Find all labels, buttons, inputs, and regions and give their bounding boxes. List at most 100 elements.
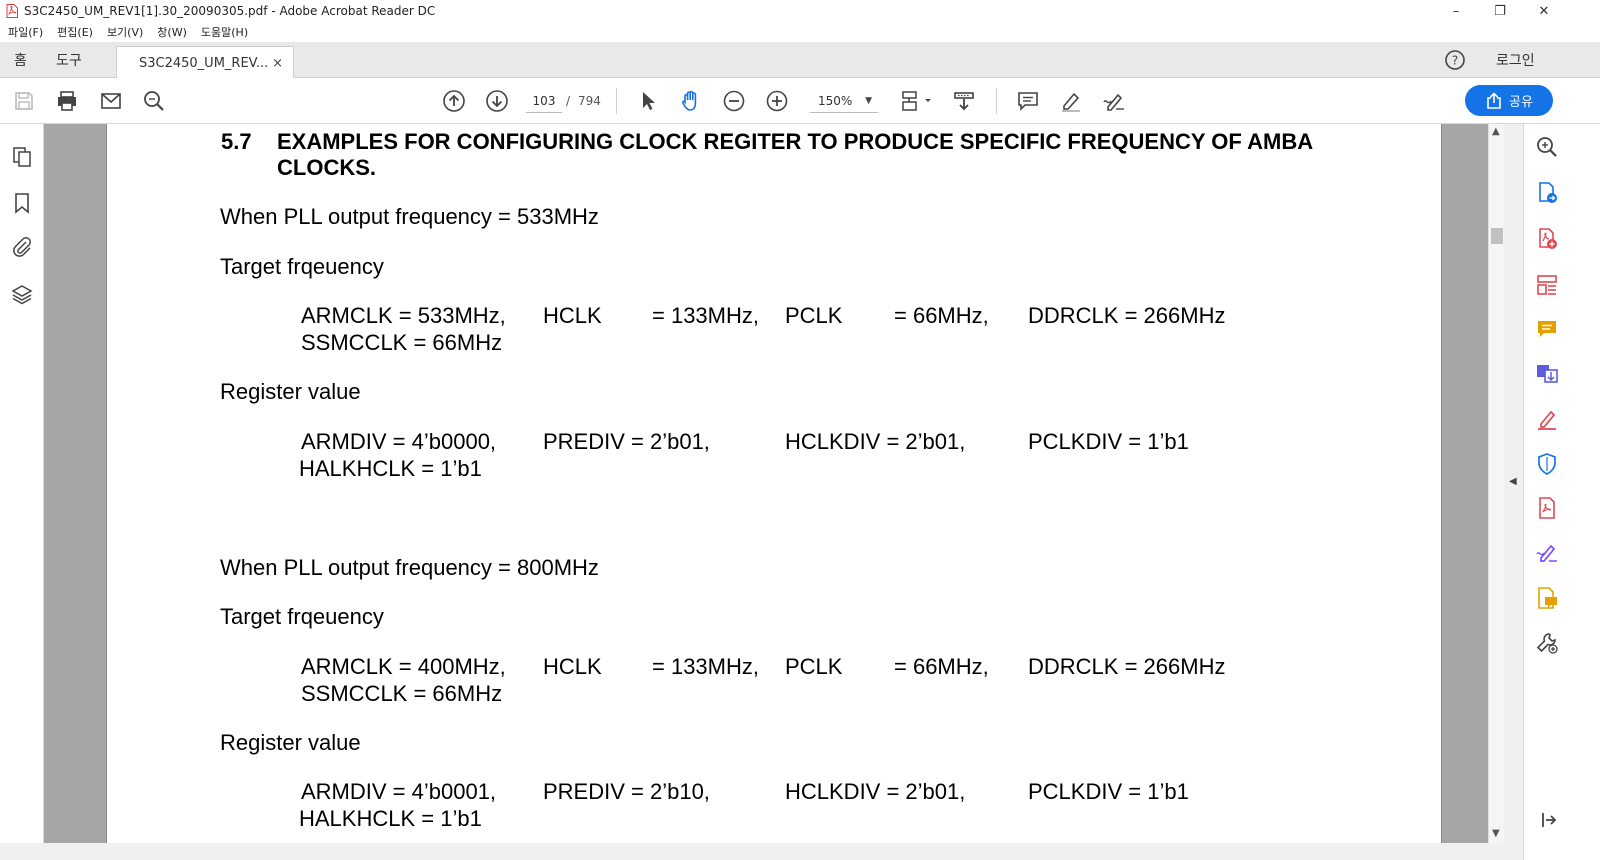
login-button[interactable]: 로그인 <box>1496 42 1535 78</box>
pll-frequency-line: When PLL output frequency = 800MHz <box>220 555 599 580</box>
read-mode-icon[interactable] <box>950 87 978 115</box>
combine-files-icon[interactable] <box>1534 361 1560 387</box>
menu-window[interactable]: 창(W) <box>157 24 187 40</box>
target-frequency-label: Target frqeuency <box>220 604 384 629</box>
zoom-in-icon[interactable] <box>763 87 791 115</box>
send-for-comments-icon[interactable] <box>1534 585 1560 611</box>
left-nav-panel <box>0 124 44 860</box>
hclk-value: = 133MHz, <box>652 303 759 328</box>
page-layout-icon[interactable] <box>896 87 936 115</box>
print-icon[interactable] <box>53 87 81 115</box>
page-number-input[interactable]: 103 <box>526 89 562 113</box>
more-tools-icon[interactable] <box>1534 630 1560 656</box>
zoom-level-select[interactable]: 150% ▼ <box>810 89 878 113</box>
highlight-pen-icon[interactable] <box>1057 87 1085 115</box>
select-cursor-icon[interactable] <box>634 87 662 115</box>
register-value-label: Register value <box>220 730 361 755</box>
pll-frequency-line: When PLL output frequency = 533MHz <box>220 204 599 229</box>
ssmcclk-value: SSMCCLK = 66MHz <box>301 681 503 706</box>
pdf-tool-icon[interactable] <box>1534 495 1560 521</box>
hand-tool-icon[interactable] <box>677 87 705 115</box>
pclk-value: = 66MHz, <box>894 654 989 679</box>
chevron-down-icon: ▼ <box>865 95 872 106</box>
scroll-up-icon[interactable]: ▲ <box>1492 126 1500 137</box>
hclk-label: HCLK <box>543 654 602 679</box>
hclkdiv-value: HCLKDIV = 2’b01, <box>785 429 966 454</box>
pclk-label: PCLK <box>785 303 843 328</box>
armdiv-value: ARMDIV = 4’b0000, <box>301 429 497 454</box>
close-tab-icon[interactable]: × <box>272 56 283 71</box>
armclk-value: ARMCLK = 533MHz, <box>301 303 506 328</box>
menu-view[interactable]: 보기(V) <box>107 24 143 40</box>
collapse-tools-panel-icon[interactable] <box>1534 807 1560 833</box>
zoom-level-value: 150% <box>818 93 853 108</box>
toolbar-divider <box>996 88 997 114</box>
zoom-out-icon[interactable] <box>720 87 748 115</box>
pclkdiv-value: PCLKDIV = 1’b1 <box>1028 779 1189 804</box>
toolbar-divider <box>616 88 617 114</box>
email-icon[interactable] <box>97 87 125 115</box>
acrobat-window: S3C2450_UM_REV1[1].30_20090305.pdf - Ado… <box>0 0 1600 860</box>
scroll-down-icon[interactable]: ▼ <box>1492 828 1500 839</box>
attachment-icon[interactable] <box>10 235 34 259</box>
section-number: 5.7 <box>221 129 252 154</box>
page-separator: / <box>566 94 571 108</box>
export-pdf-icon[interactable] <box>1534 180 1560 206</box>
section-title-line2: CLOCKS. <box>277 155 376 180</box>
tab-home[interactable]: 홈 <box>14 42 27 78</box>
right-tools-panel <box>1523 124 1600 860</box>
expand-right-panel-icon[interactable]: ◀ <box>1509 476 1517 487</box>
hclk-label: HCLK <box>543 303 602 328</box>
pdf-file-icon <box>6 4 18 18</box>
comment-tool-icon[interactable] <box>1534 316 1560 342</box>
menu-edit[interactable]: 편집(E) <box>57 24 93 40</box>
menu-help[interactable]: 도움말(H) <box>201 24 248 40</box>
section-title-line1: EXAMPLES FOR CONFIGURING CLOCK REGITER T… <box>277 129 1314 154</box>
protect-icon[interactable] <box>1534 451 1560 477</box>
halkhclk-value: HALKHCLK = 1’b1 <box>299 456 482 481</box>
prediv-value: PREDIV = 2’b01, <box>543 429 710 454</box>
hclkdiv-value: HCLKDIV = 2’b01, <box>785 779 966 804</box>
document-view: 5.7 EXAMPLES FOR CONFIGURING CLOCK REGIT… <box>44 124 1488 860</box>
create-pdf-icon[interactable] <box>1534 226 1560 252</box>
tabs-bar: 홈 도구 S3C2450_UM_REV... × ? 로그인 <box>0 42 1600 79</box>
sign-icon[interactable] <box>1100 87 1128 115</box>
share-label: 공유 <box>1509 95 1533 110</box>
previous-page-icon[interactable] <box>440 87 468 115</box>
fill-sign-icon[interactable] <box>1534 406 1560 432</box>
armclk-value: ARMCLK = 400MHz, <box>301 654 506 679</box>
ddrclk-value: DDRCLK = 266MHz <box>1028 303 1226 328</box>
armdiv-value: ARMDIV = 4’b0001, <box>301 779 497 804</box>
send-for-signature-icon[interactable] <box>1534 540 1560 566</box>
page-total: 794 <box>578 94 601 108</box>
target-frequency-label: Target frqeuency <box>220 254 384 279</box>
menu-bar: 파일(F) 편집(E) 보기(V) 창(W) 도움말(H) <box>0 22 1600 42</box>
pclk-label: PCLK <box>785 654 843 679</box>
close-window-button[interactable]: ✕ <box>1522 0 1566 22</box>
svg-text:?: ? <box>1452 54 1458 68</box>
pclk-value: = 66MHz, <box>894 303 989 328</box>
title-bar: S3C2450_UM_REV1[1].30_20090305.pdf - Ado… <box>0 0 1600 22</box>
help-icon[interactable]: ? <box>1444 42 1466 78</box>
share-button[interactable]: 공유 <box>1465 85 1553 116</box>
vertical-scrollbar[interactable]: ▲ ▼ <box>1488 124 1504 843</box>
halkhclk-value: HALKHCLK = 1’b1 <box>299 806 482 831</box>
minimize-button[interactable]: – <box>1434 0 1478 22</box>
tab-document-label: S3C2450_UM_REV... <box>139 55 269 71</box>
bookmark-icon[interactable] <box>10 191 34 215</box>
tab-document[interactable]: S3C2450_UM_REV... × <box>116 46 294 79</box>
pclkdiv-value: PCLKDIV = 1’b1 <box>1028 429 1189 454</box>
hclk-value: = 133MHz, <box>652 654 759 679</box>
layers-icon[interactable] <box>10 282 34 306</box>
tab-tools[interactable]: 도구 <box>56 42 82 78</box>
save-icon[interactable] <box>10 87 38 115</box>
edit-pdf-icon[interactable] <box>1534 272 1560 298</box>
menu-file[interactable]: 파일(F) <box>8 24 43 40</box>
search-icon[interactable] <box>140 87 168 115</box>
maximize-button[interactable]: ❐ <box>1478 0 1522 22</box>
scroll-thumb[interactable] <box>1491 228 1503 244</box>
page-thumbnails-icon[interactable] <box>10 145 34 169</box>
next-page-icon[interactable] <box>483 87 511 115</box>
zoom-tool-icon[interactable] <box>1534 134 1560 160</box>
comment-icon[interactable] <box>1014 87 1042 115</box>
